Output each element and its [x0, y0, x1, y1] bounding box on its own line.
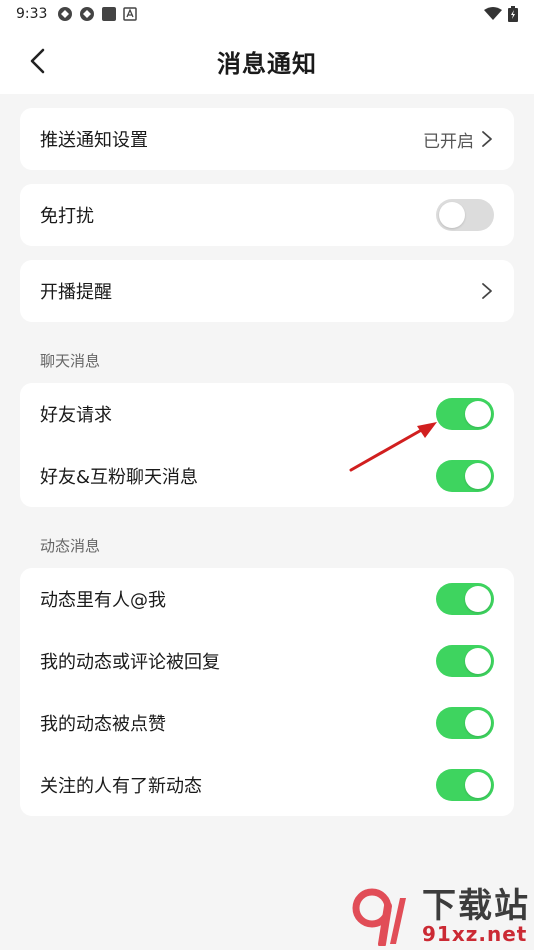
reply-label: 我的动态或评论被回复 — [40, 652, 220, 673]
app-icon-1 — [58, 7, 73, 21]
feed-section-title: 动态消息 — [40, 537, 101, 555]
reply-toggle[interactable] — [436, 645, 494, 677]
following-update-label: 关注的人有了新动态 — [40, 776, 202, 797]
watermark-cn: 下载站 — [422, 886, 530, 926]
push-settings-row[interactable]: 推送通知设置 已开启 — [20, 108, 514, 170]
dnd-label: 免打扰 — [40, 206, 94, 227]
live-reminder-label: 开播提醒 — [40, 282, 112, 303]
toggle-knob — [465, 648, 491, 674]
watermark-url: 91xz.net — [422, 922, 528, 946]
status-left-icons — [57, 6, 138, 22]
following-update-toggle[interactable] — [436, 769, 494, 801]
watermark-text: 下载站 91xz.net — [422, 888, 530, 944]
status-time: 9:33 — [16, 6, 48, 22]
reply-row: 我的动态或评论被回复 — [20, 630, 514, 692]
chevron-left-icon[interactable] — [24, 46, 54, 76]
battery-icon — [508, 6, 518, 22]
toggle-knob — [465, 463, 491, 489]
dnd-toggle[interactable] — [436, 199, 494, 231]
dnd-row: 免打扰 — [20, 184, 514, 246]
status-bar: 9:33 — [0, 0, 534, 28]
settings-content: 推送通知设置 已开启 免打扰 开播提醒 聊天消息 好友请求 好友&互粉聊天消息 … — [0, 94, 534, 816]
toggle-knob — [439, 202, 465, 228]
a-badge-icon — [123, 7, 138, 21]
wifi-icon — [484, 7, 502, 20]
like-toggle[interactable] — [436, 707, 494, 739]
push-settings-label: 推送通知设置 — [40, 130, 148, 151]
chevron-right-icon — [482, 283, 492, 299]
mention-toggle[interactable] — [436, 583, 494, 615]
red-arrow-annotation — [349, 422, 437, 472]
live-reminder-row[interactable]: 开播提醒 — [20, 260, 514, 322]
mention-row: 动态里有人@我 — [20, 568, 514, 630]
toggle-knob — [465, 401, 491, 427]
watermark: 下载站 91xz.net — [352, 886, 530, 946]
page-title: 消息通知 — [217, 49, 317, 78]
live-reminder-card: 开播提醒 — [20, 260, 514, 322]
app-bar: 消息通知 — [0, 28, 534, 94]
dnd-card: 免打扰 — [20, 184, 514, 246]
mention-label: 动态里有人@我 — [40, 590, 166, 611]
like-row: 我的动态被点赞 — [20, 692, 514, 754]
push-settings-value: 已开启 — [423, 131, 474, 152]
like-label: 我的动态被点赞 — [40, 714, 166, 735]
toggle-knob — [465, 710, 491, 736]
app-icon-2 — [80, 7, 95, 21]
status-right-icons — [484, 6, 518, 22]
following-update-row: 关注的人有了新动态 — [20, 754, 514, 816]
toggle-knob — [465, 586, 491, 612]
feed-card: 动态里有人@我 我的动态或评论被回复 我的动态被点赞 关注的人有了新动态 — [20, 568, 514, 816]
square-icon — [102, 7, 117, 21]
watermark-logo — [352, 888, 406, 946]
chevron-right-icon — [482, 131, 492, 147]
chat-section-title: 聊天消息 — [40, 352, 101, 370]
push-settings-card: 推送通知设置 已开启 — [20, 108, 514, 170]
toggle-knob — [465, 772, 491, 798]
